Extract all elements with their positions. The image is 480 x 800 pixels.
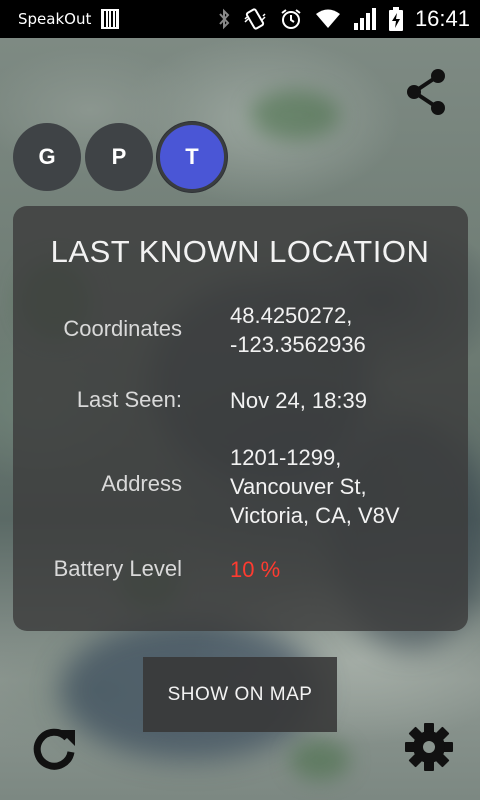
barcode-icon	[101, 9, 120, 29]
refresh-icon	[27, 721, 81, 779]
battery-charging-icon	[388, 7, 403, 31]
alarm-icon	[279, 7, 303, 31]
wifi-icon	[315, 8, 341, 30]
share-button[interactable]	[400, 68, 452, 120]
coordinates-line-2: -123.3562936	[230, 332, 366, 357]
battery-value: 10 %	[230, 557, 281, 582]
coordinates-label: Coordinates	[63, 316, 182, 341]
address-line-3: Victoria, CA, V8V	[230, 503, 400, 528]
mode-button-p[interactable]: P	[85, 123, 153, 191]
mode-button-t[interactable]: T	[157, 122, 227, 192]
settings-button[interactable]	[402, 722, 456, 776]
status-app-name: SpeakOut	[18, 10, 92, 28]
address-line-2: Vancouver St,	[230, 474, 367, 499]
gear-icon	[404, 722, 454, 776]
address-line-1: 1201-1299,	[230, 445, 342, 470]
refresh-button[interactable]	[26, 722, 82, 778]
status-bar: SpeakOut 16:41	[0, 0, 480, 38]
address-value: 1201-1299, Vancouver St, Victoria, CA, V…	[230, 443, 460, 530]
signal-icon	[353, 8, 377, 30]
status-time: 16:41	[414, 6, 470, 31]
coordinates-line-1: 48.4250272,	[230, 303, 353, 328]
last-seen-value: Nov 24, 18:39	[230, 388, 367, 413]
card-title: LAST KNOWN LOCATION	[50, 234, 430, 269]
battery-label: Battery Level	[53, 556, 182, 581]
vibrate-icon	[243, 7, 267, 31]
share-icon	[403, 67, 449, 121]
mode-button-g[interactable]: G	[13, 123, 81, 191]
status-right: 16:41	[217, 6, 470, 32]
status-left: SpeakOut	[18, 9, 120, 29]
show-on-map-button[interactable]: SHOW ON MAP	[143, 657, 337, 732]
last-seen-label: Last Seen:	[76, 387, 182, 412]
bluetooth-icon	[217, 8, 231, 30]
address-label: Address	[101, 471, 182, 496]
coordinates-value: 48.4250272, -123.3562936	[230, 301, 460, 359]
